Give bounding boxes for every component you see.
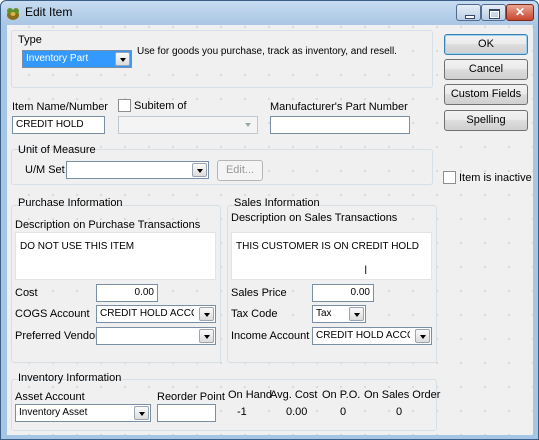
unit-of-measure-label: Unit of Measure bbox=[18, 144, 96, 156]
reorder-point-input[interactable] bbox=[157, 404, 216, 422]
cost-label: Cost bbox=[15, 287, 38, 299]
cogs-account-select[interactable]: CREDIT HOLD ACCO... bbox=[96, 305, 216, 323]
custom-fields-button[interactable]: Custom Fields bbox=[444, 84, 528, 105]
window-title: Edit Item bbox=[25, 5, 73, 19]
tax-code-label: Tax Code bbox=[231, 308, 278, 320]
chevron-down-icon[interactable] bbox=[415, 329, 430, 343]
income-account-label: Income Account bbox=[231, 330, 310, 342]
income-account-value: CREDIT HOLD ACCO... bbox=[316, 330, 410, 341]
title-bar[interactable]: Edit Item ✕ bbox=[1, 1, 538, 25]
close-icon: ✕ bbox=[514, 5, 526, 19]
item-inactive-label: Item is inactive bbox=[459, 172, 532, 184]
on-hand-value: -1 bbox=[237, 406, 247, 418]
asset-account-select[interactable]: Inventory Asset bbox=[15, 404, 151, 422]
edit-item-window: Edit Item ✕ Type Inventory Part Use for … bbox=[0, 0, 539, 440]
type-select[interactable]: Inventory Part bbox=[22, 50, 132, 68]
manufacturer-part-label: Manufacturer's Part Number bbox=[270, 101, 408, 113]
item-name-label: Item Name/Number bbox=[12, 101, 108, 113]
item-inactive-checkbox[interactable] bbox=[443, 171, 456, 184]
on-po-label: On P.O. bbox=[322, 389, 361, 401]
minimize-button[interactable] bbox=[456, 4, 481, 21]
preferred-vendor-select[interactable] bbox=[96, 327, 216, 345]
sales-description-text: THIS CUSTOMER IS ON CREDIT HOLD bbox=[236, 241, 419, 252]
sales-price-input[interactable]: 0.00 bbox=[312, 284, 374, 302]
purchase-description-input[interactable]: DO NOT USE THIS ITEM bbox=[15, 232, 216, 280]
chevron-down-icon bbox=[241, 118, 256, 132]
um-set-label: U/M Set bbox=[25, 164, 65, 176]
type-select-value: Inventory Part bbox=[26, 53, 89, 64]
purchase-description-label: Description on Purchase Transactions bbox=[15, 219, 201, 231]
spelling-button[interactable]: Spelling bbox=[444, 110, 528, 131]
ok-button[interactable]: OK bbox=[444, 34, 528, 55]
chevron-down-icon[interactable] bbox=[199, 307, 214, 321]
preferred-vendor-label: Preferred Vendor bbox=[15, 330, 99, 342]
cogs-account-value: CREDIT HOLD ACCO... bbox=[100, 308, 194, 319]
subitem-label: Subitem of bbox=[134, 100, 187, 112]
cogs-account-label: COGS Account bbox=[15, 308, 90, 320]
close-button[interactable]: ✕ bbox=[506, 4, 534, 21]
dialog-body: Type Inventory Part Use for goods you pu… bbox=[7, 25, 533, 435]
inventory-information-label: Inventory Information bbox=[18, 372, 122, 384]
chevron-down-icon[interactable] bbox=[199, 329, 214, 343]
cost-input[interactable]: 0.00 bbox=[96, 284, 158, 302]
um-set-select[interactable] bbox=[66, 161, 209, 179]
tax-code-value: Tax bbox=[316, 308, 332, 319]
chevron-down-icon[interactable] bbox=[349, 307, 364, 321]
cancel-button[interactable]: Cancel bbox=[444, 59, 528, 80]
avg-cost-label: Avg. Cost bbox=[270, 389, 318, 401]
avg-cost-value: 0.00 bbox=[286, 406, 308, 418]
asset-account-value: Inventory Asset bbox=[19, 407, 88, 418]
subitem-select[interactable] bbox=[118, 116, 258, 134]
app-icon bbox=[7, 8, 19, 20]
manufacturer-part-input[interactable] bbox=[270, 116, 410, 134]
on-po-value: 0 bbox=[340, 406, 347, 418]
maximize-button[interactable] bbox=[481, 4, 506, 21]
sales-price-label: Sales Price bbox=[231, 287, 287, 299]
text-cursor-icon: I bbox=[364, 263, 368, 277]
on-sales-order-label: On Sales Order bbox=[364, 389, 441, 401]
reorder-point-label: Reorder Point bbox=[157, 391, 225, 403]
sales-description-label: Description on Sales Transactions bbox=[231, 212, 398, 224]
purchase-information-label: Purchase Information bbox=[18, 197, 123, 209]
on-hand-label: On Hand bbox=[228, 389, 273, 401]
item-name-input[interactable]: CREDIT HOLD bbox=[12, 116, 105, 134]
chevron-down-icon[interactable] bbox=[192, 163, 207, 177]
tax-code-select[interactable]: Tax bbox=[312, 305, 366, 323]
chevron-down-icon[interactable] bbox=[115, 52, 130, 66]
uom-edit-button[interactable]: Edit... bbox=[217, 160, 263, 181]
sales-information-label: Sales Information bbox=[234, 197, 320, 209]
type-description: Use for goods you purchase, track as inv… bbox=[137, 46, 397, 57]
income-account-select[interactable]: CREDIT HOLD ACCO... bbox=[312, 327, 432, 345]
subitem-checkbox[interactable] bbox=[118, 99, 131, 112]
sales-description-input[interactable]: THIS CUSTOMER IS ON CREDIT HOLD I bbox=[231, 232, 432, 280]
chevron-down-icon[interactable] bbox=[134, 406, 149, 420]
asset-account-label: Asset Account bbox=[15, 391, 85, 403]
type-label: Type bbox=[18, 34, 42, 46]
on-sales-order-value: 0 bbox=[396, 406, 403, 418]
